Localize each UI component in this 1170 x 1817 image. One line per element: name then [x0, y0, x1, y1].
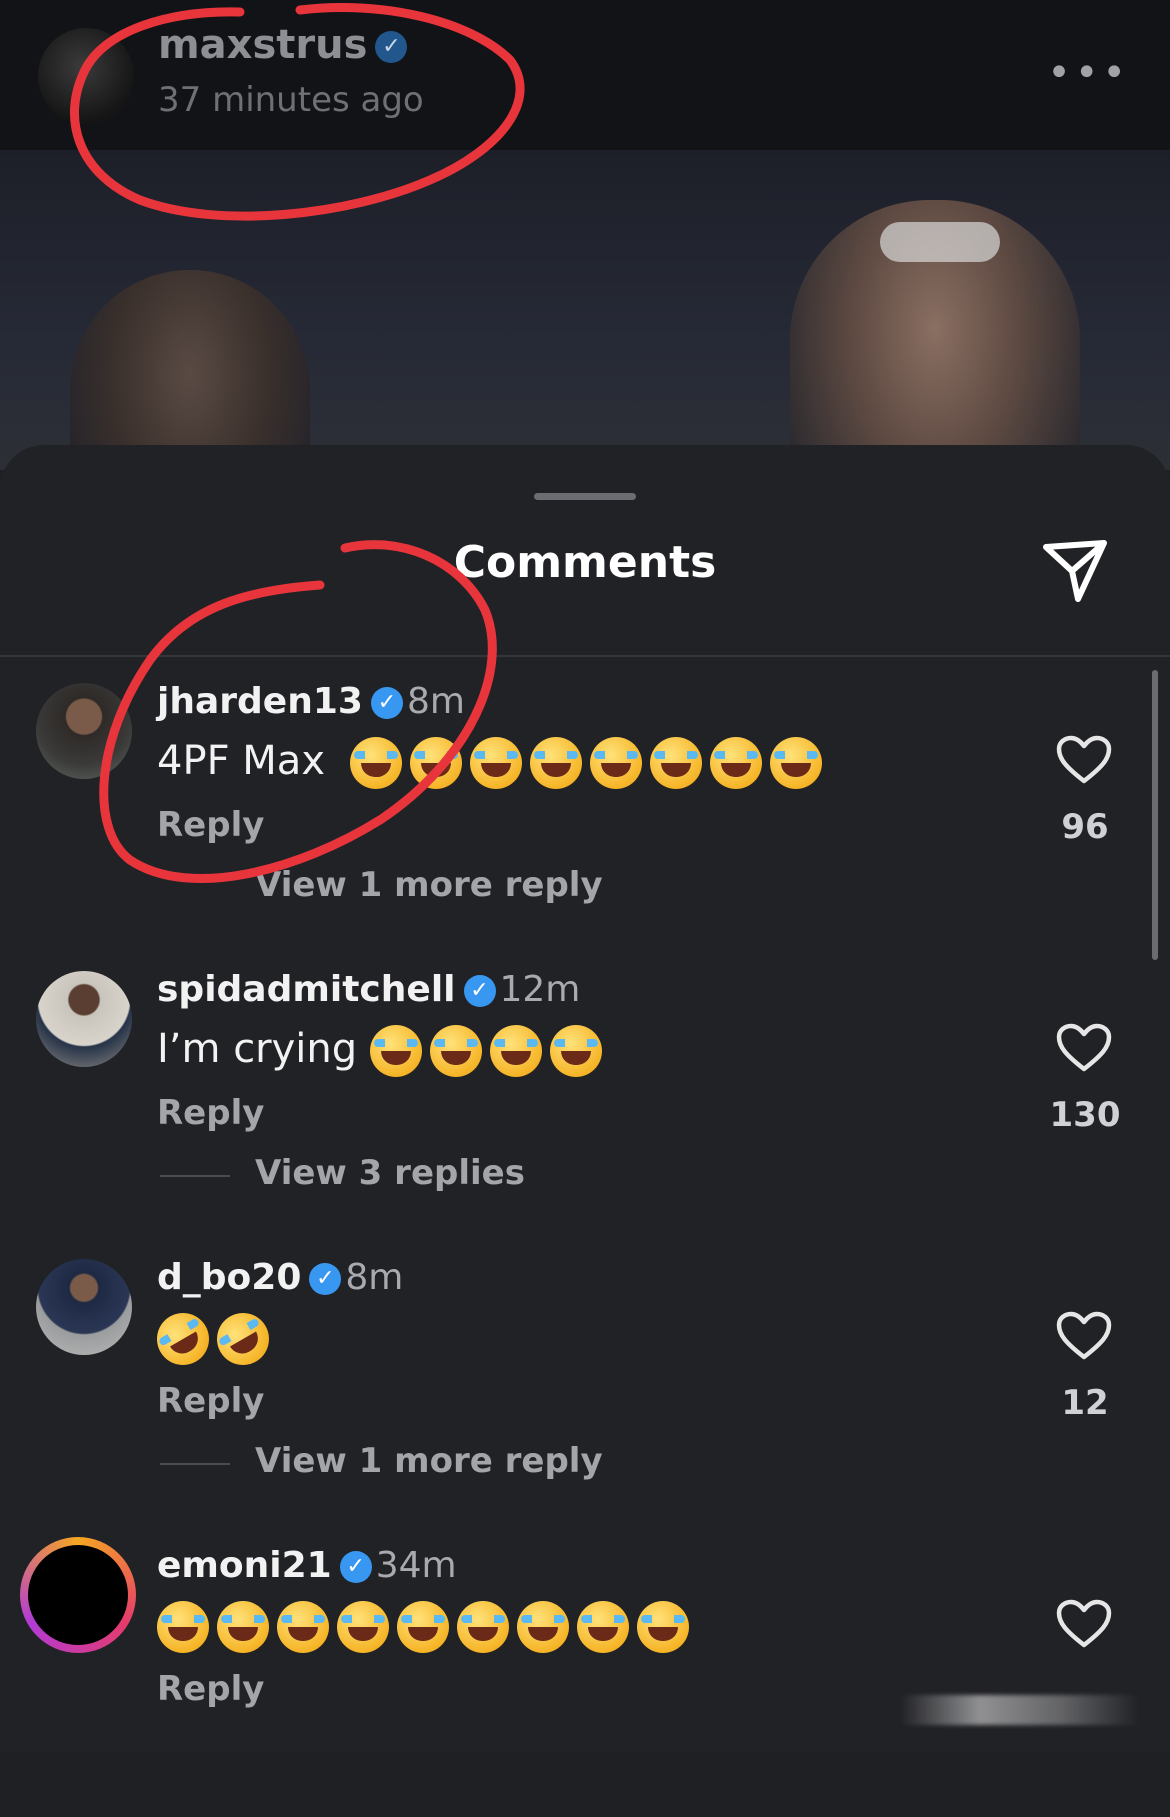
tears-of-joy-emoji-icon — [529, 737, 582, 789]
tears-of-joy-emoji-icon — [489, 1025, 542, 1077]
post-image-figure-left — [70, 270, 310, 470]
comment-text — [147, 1303, 279, 1375]
comment-author[interactable]: spidadmitchell ✓ 12m — [157, 969, 580, 1010]
comment-text: 4PF Max — [157, 737, 830, 789]
avatar[interactable] — [20, 1537, 136, 1653]
comments-sheet: Comments jharden13 ✓ 8m 4PF Max Reply View… — [0, 445, 1170, 1751]
rofl-emoji-icon — [207, 1303, 279, 1375]
comment-time: 8m — [406, 681, 465, 722]
replies-divider — [160, 1463, 230, 1465]
comment-username[interactable]: jharden13 — [157, 681, 363, 722]
reply-button[interactable]: Reply — [157, 1093, 264, 1133]
emoji-row — [147, 1303, 279, 1375]
avatar[interactable] — [36, 971, 132, 1067]
verified-badge-icon: ✓ — [309, 1263, 342, 1295]
verified-badge-icon: ✓ — [370, 687, 403, 719]
like-count: 130 — [1049, 1095, 1121, 1135]
watermark — [900, 1695, 1140, 1725]
comment-author[interactable]: d_bo20 ✓ 8m — [157, 1257, 403, 1298]
replies-divider — [160, 1175, 230, 1177]
emoji-row — [349, 737, 830, 789]
tears-of-joy-emoji-icon — [589, 737, 642, 789]
heart-icon[interactable] — [1056, 1599, 1112, 1649]
like-count: 96 — [1061, 807, 1109, 847]
tears-of-joy-emoji-icon — [517, 1601, 569, 1653]
comment-username[interactable]: spidadmitchell — [157, 969, 456, 1010]
reply-button[interactable]: Reply — [157, 805, 264, 845]
tears-of-joy-emoji-icon — [409, 737, 462, 789]
avatar[interactable] — [36, 1259, 132, 1355]
post-image-headband — [880, 222, 1000, 262]
comment-text-body: I’m crying — [157, 1026, 358, 1072]
post-timestamp: 37 minutes ago — [158, 80, 424, 120]
like-count: 12 — [1061, 1383, 1109, 1423]
sheet-divider — [0, 655, 1170, 657]
tears-of-joy-emoji-icon — [709, 737, 762, 789]
heart-icon[interactable] — [1056, 735, 1112, 785]
verified-badge-icon: ✓ — [463, 975, 496, 1007]
tears-of-joy-emoji-icon — [769, 737, 822, 789]
comment-item: d_bo20 ✓ 8m Reply View 1 more reply 12 — [0, 1241, 1170, 1529]
tears-of-joy-emoji-icon — [157, 1601, 209, 1653]
heart-icon[interactable] — [1056, 1023, 1112, 1073]
comment-time: 34m — [375, 1545, 457, 1586]
tears-of-joy-emoji-icon — [637, 1601, 689, 1653]
tears-of-joy-emoji-icon — [337, 1601, 389, 1653]
tears-of-joy-emoji-icon — [369, 1025, 422, 1077]
avatar-inner — [28, 1545, 128, 1645]
post-image — [0, 150, 1170, 470]
emoji-row — [157, 1601, 697, 1653]
comment-text — [157, 1601, 697, 1653]
tears-of-joy-emoji-icon — [649, 737, 702, 789]
post-author[interactable]: maxstrus ✓ — [158, 22, 408, 68]
tears-of-joy-emoji-icon — [577, 1601, 629, 1653]
comment-item: spidadmitchell ✓ 12m I’m crying Reply View… — [0, 953, 1170, 1241]
tears-of-joy-emoji-icon — [429, 1025, 482, 1077]
comment-item: emoni21 ✓ 34m Reply — [0, 1529, 1170, 1817]
more-options-button[interactable]: ••• — [1047, 50, 1130, 96]
view-replies-button[interactable]: View 1 more reply — [255, 1441, 603, 1481]
view-replies-button[interactable]: View 3 replies — [255, 1153, 525, 1193]
avatar[interactable] — [36, 683, 132, 779]
post-author-avatar[interactable] — [38, 28, 134, 124]
tears-of-joy-emoji-icon — [457, 1601, 509, 1653]
verified-badge-icon: ✓ — [375, 31, 408, 63]
tears-of-joy-emoji-icon — [469, 737, 522, 789]
comment-text: I’m crying — [157, 1025, 610, 1077]
verified-badge-icon: ✓ — [339, 1551, 372, 1583]
tears-of-joy-emoji-icon — [217, 1601, 269, 1653]
emoji-row — [369, 1025, 610, 1077]
comment-time: 12m — [499, 969, 581, 1010]
tears-of-joy-emoji-icon — [397, 1601, 449, 1653]
comment-author[interactable]: emoni21 ✓ 34m — [157, 1545, 457, 1586]
tears-of-joy-emoji-icon — [277, 1601, 329, 1653]
reply-button[interactable]: Reply — [157, 1669, 264, 1709]
sheet-title: Comments — [453, 537, 717, 588]
comment-text-body: 4PF Max — [157, 738, 325, 784]
reply-button[interactable]: Reply — [157, 1381, 264, 1421]
rofl-emoji-icon — [147, 1303, 219, 1375]
post-author-username[interactable]: maxstrus — [158, 22, 367, 68]
comment-time: 8m — [345, 1257, 404, 1298]
sheet-drag-handle[interactable] — [534, 493, 636, 500]
tears-of-joy-emoji-icon — [349, 737, 402, 789]
tears-of-joy-emoji-icon — [549, 1025, 602, 1077]
comment-username[interactable]: d_bo20 — [157, 1257, 301, 1298]
heart-icon[interactable] — [1056, 1311, 1112, 1361]
send-icon[interactable] — [1038, 533, 1112, 607]
post-header: maxstrus ✓ 37 minutes ago ••• — [0, 0, 1170, 150]
view-replies-button[interactable]: View 1 more reply — [255, 865, 603, 905]
comment-item: jharden13 ✓ 8m 4PF Max Reply View 1 more r… — [0, 665, 1170, 953]
comment-username[interactable]: emoni21 — [157, 1545, 332, 1586]
comment-author[interactable]: jharden13 ✓ 8m — [157, 681, 465, 722]
